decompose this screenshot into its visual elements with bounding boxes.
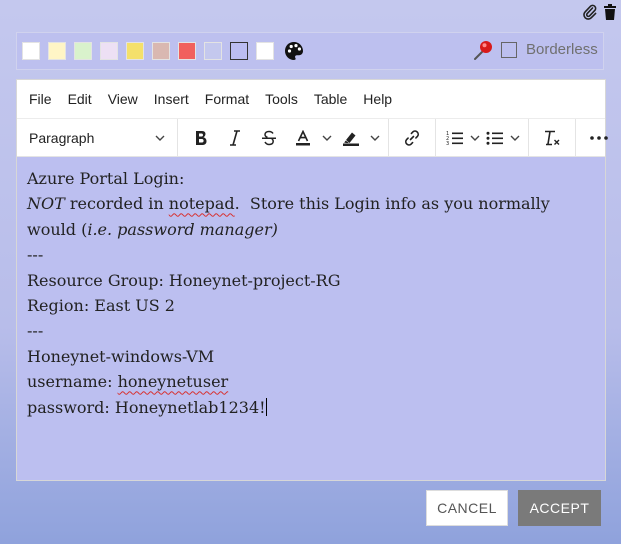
color-palette-bar: Borderless bbox=[16, 32, 604, 70]
content-text: password: bbox=[27, 397, 115, 417]
misspelled-word: notepad bbox=[168, 194, 235, 214]
trash-icon[interactable] bbox=[603, 4, 617, 20]
menu-format[interactable]: Format bbox=[205, 91, 249, 107]
cancel-button[interactable]: CANCEL bbox=[426, 490, 508, 526]
highlight-color-button[interactable] bbox=[334, 123, 368, 153]
content-line: Resource Group: Honeynet-project-RG bbox=[27, 270, 341, 290]
clear-formatting-icon bbox=[545, 130, 560, 145]
color-swatch-yellow[interactable] bbox=[48, 42, 66, 60]
highlight-color-dropdown[interactable] bbox=[368, 123, 382, 153]
misspelled-word: honeynetuser bbox=[117, 372, 229, 392]
chevron-down-icon bbox=[155, 135, 165, 141]
editor-toolbar: Paragraph 1 2 3 bbox=[17, 119, 608, 157]
menu-file[interactable]: File bbox=[29, 91, 52, 107]
bullet-list-dropdown[interactable] bbox=[508, 123, 522, 153]
insert-link-button[interactable] bbox=[395, 123, 429, 153]
numbered-list-icon: 123 bbox=[446, 131, 463, 146]
content-line: Azure Portal Login: bbox=[27, 169, 185, 188]
bullet-list-button[interactable] bbox=[482, 123, 508, 153]
link-group bbox=[389, 119, 436, 156]
color-swatch-white[interactable] bbox=[22, 42, 40, 60]
strikethrough-button[interactable] bbox=[252, 123, 286, 153]
strikethrough-icon bbox=[262, 130, 276, 145]
content-line: username: honeynetuser bbox=[27, 369, 595, 394]
menu-edit[interactable]: Edit bbox=[68, 91, 92, 107]
emphasis-text: i.e. password manager) bbox=[87, 219, 278, 239]
more-options-button[interactable] bbox=[582, 123, 616, 153]
text-color-button[interactable] bbox=[286, 123, 320, 153]
bullet-list-icon bbox=[486, 131, 503, 145]
chevron-down-icon bbox=[322, 135, 332, 141]
text-style-group bbox=[178, 119, 389, 156]
italic-icon bbox=[230, 129, 240, 146]
palette-icon[interactable] bbox=[284, 41, 304, 61]
content-text: username: bbox=[27, 372, 118, 392]
content-line: --- bbox=[27, 321, 44, 341]
content-text: would ( bbox=[27, 219, 88, 239]
emphasis-text: NOT bbox=[27, 194, 65, 214]
paperclip-icon[interactable] bbox=[583, 4, 597, 20]
accept-button[interactable]: ACCEPT bbox=[518, 490, 601, 526]
text-cursor bbox=[265, 397, 267, 416]
color-swatches bbox=[22, 41, 304, 61]
block-format-select[interactable]: Paragraph bbox=[23, 130, 171, 146]
menu-table[interactable]: Table bbox=[314, 91, 347, 107]
text-color-dropdown[interactable] bbox=[320, 123, 334, 153]
color-swatch-rose[interactable] bbox=[152, 42, 170, 60]
menu-insert[interactable]: Insert bbox=[154, 91, 189, 107]
top-icons bbox=[583, 4, 617, 20]
bold-button[interactable] bbox=[184, 123, 218, 153]
block-format-group: Paragraph bbox=[17, 119, 178, 156]
list-group: 123 bbox=[436, 119, 529, 156]
color-swatch-periwinkle[interactable] bbox=[204, 42, 222, 60]
numbered-list-button[interactable]: 123 bbox=[442, 123, 468, 153]
clear-formatting-button[interactable] bbox=[535, 123, 569, 153]
block-format-value: Paragraph bbox=[29, 129, 95, 146]
clear-format-group bbox=[529, 119, 576, 156]
content-line: would (i.e. password manager) bbox=[27, 217, 595, 242]
color-swatch-white-2[interactable] bbox=[256, 42, 274, 60]
content-line: --- bbox=[27, 245, 44, 265]
borderless-option[interactable]: Borderless bbox=[501, 41, 598, 58]
highlighter-icon bbox=[343, 132, 359, 146]
content-text: recorded in bbox=[64, 194, 169, 214]
text-color-icon bbox=[296, 129, 310, 145]
more-group bbox=[576, 119, 621, 156]
content-text: . Store this Login info as you normally bbox=[234, 194, 550, 214]
borderless-checkbox[interactable] bbox=[501, 41, 517, 58]
editor-content[interactable]: Azure Portal Login: NOT recorded in note… bbox=[17, 157, 605, 480]
numbered-list-dropdown[interactable] bbox=[468, 123, 482, 153]
bold-icon bbox=[196, 130, 207, 145]
italic-button[interactable] bbox=[218, 123, 252, 153]
content-line: Honeynet-windows-VM bbox=[27, 346, 215, 366]
rich-text-editor: File Edit View Insert Format Tools Table… bbox=[16, 79, 608, 481]
editor-menubar: File Edit View Insert Format Tools Table… bbox=[17, 80, 605, 119]
chevron-down-icon bbox=[370, 135, 380, 141]
color-swatch-lavender[interactable] bbox=[100, 42, 118, 60]
menu-view[interactable]: View bbox=[108, 91, 138, 107]
content-line: password: Honeynetlab1234! bbox=[27, 395, 595, 420]
content-text: Honeynetlab1234! bbox=[114, 397, 266, 417]
chevron-down-icon bbox=[510, 135, 520, 141]
borderless-label: Borderless bbox=[526, 41, 598, 58]
menu-tools[interactable]: Tools bbox=[265, 91, 298, 107]
color-swatch-red[interactable] bbox=[178, 42, 196, 60]
svg-text:3: 3 bbox=[446, 141, 449, 146]
color-swatch-gold[interactable] bbox=[126, 42, 144, 60]
menu-help[interactable]: Help bbox=[363, 91, 392, 107]
chevron-down-icon bbox=[470, 135, 480, 141]
color-swatch-blue-selected[interactable] bbox=[230, 42, 248, 60]
pushpin-icon[interactable] bbox=[471, 39, 495, 68]
more-dots-icon bbox=[590, 135, 608, 140]
content-line: NOT recorded in notepad. Store this Logi… bbox=[27, 191, 595, 216]
color-swatch-green[interactable] bbox=[74, 42, 92, 60]
link-icon bbox=[405, 129, 419, 146]
content-line: Region: East US 2 bbox=[27, 296, 175, 316]
